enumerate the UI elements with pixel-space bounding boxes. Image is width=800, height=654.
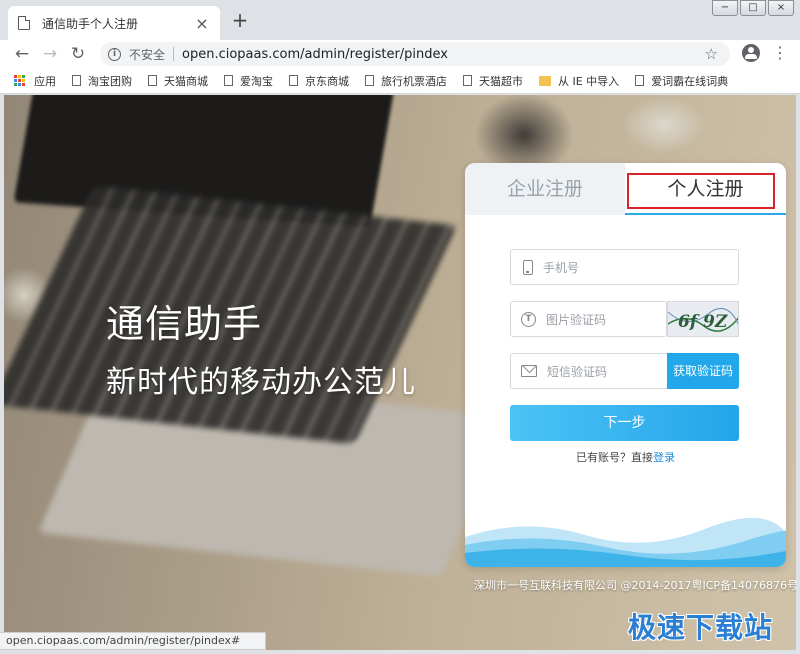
bookmark-taobao-group[interactable]: 淘宝团购 [72, 73, 132, 89]
page-icon [365, 75, 374, 86]
address-bar[interactable]: i 不安全 open.ciopaas.com/admin/register/pi… [100, 42, 730, 66]
next-step-button[interactable]: 下一步 [510, 405, 739, 441]
sms-code-input[interactable]: 短信验证码 [510, 353, 667, 389]
page-viewport: 通信助手 新时代的移动办公范儿 企业注册 个人注册 手机号 T 图片验证码 6f… [4, 95, 796, 650]
bookmark-label: 应用 [34, 74, 56, 88]
decorative-waves [465, 517, 786, 567]
bookmark-label: 爱词霸在线词典 [651, 74, 729, 88]
page-icon [289, 75, 298, 86]
login-link[interactable]: 登录 [653, 451, 675, 464]
profile-icon[interactable] [742, 44, 760, 62]
register-tabs: 企业注册 个人注册 [465, 163, 786, 215]
captcha-text: 6f 9Z [678, 312, 728, 332]
bookmark-jd[interactable]: 京东商城 [289, 73, 349, 89]
captcha-image[interactable]: 6f 9Z [667, 301, 739, 337]
login-prompt: 已有账号？直接登录 [465, 449, 786, 465]
close-tab-icon[interactable]: × [194, 14, 210, 33]
bookmark-label: 淘宝团购 [88, 74, 132, 88]
bookmark-label: 天猫超市 [479, 74, 523, 88]
bookmark-label: 京东商城 [305, 74, 349, 88]
page-icon [635, 75, 645, 86]
page-icon [224, 75, 233, 86]
menu-icon[interactable]: ⋮ [772, 44, 788, 62]
register-card: 企业注册 个人注册 手机号 T 图片验证码 6f 9Z 短信验证码 获取验证码 … [465, 163, 786, 567]
hero-subtitle: 新时代的移动办公范儿 [106, 365, 416, 400]
bookmark-tmall-market[interactable]: 天猫超市 [463, 73, 523, 89]
star-icon[interactable]: ☆ [705, 45, 718, 63]
bookmark-travel[interactable]: 旅行机票酒店 [365, 73, 447, 89]
back-arrow-icon[interactable]: ← [8, 44, 36, 64]
captcha-input[interactable]: T 图片验证码 [510, 301, 667, 337]
divider [173, 47, 175, 61]
phone-placeholder: 手机号 [543, 260, 580, 275]
tab-enterprise-register[interactable]: 企业注册 [465, 163, 625, 215]
reload-icon[interactable]: ↻ [64, 44, 92, 64]
security-label: 不安全 [129, 47, 166, 62]
page-icon [463, 75, 472, 86]
bookmark-tmall[interactable]: 天猫商城 [148, 73, 208, 89]
captcha-graphic: 6f 9Z [668, 307, 738, 332]
forward-arrow-icon[interactable]: → [36, 44, 64, 64]
folder-icon [539, 75, 551, 86]
bookmarks-bar: 应用 淘宝团购 天猫商城 爱淘宝 京东商城 旅行机票酒店 天猫超市 从 IE 中… [0, 68, 800, 94]
bookmark-label: 爱淘宝 [240, 74, 273, 88]
tab-title: 通信助手个人注册 [42, 16, 139, 31]
get-code-button[interactable]: 获取验证码 [667, 353, 739, 389]
browser-tab[interactable]: 通信助手个人注册 × [8, 6, 220, 40]
new-tab-button[interactable]: + [230, 10, 250, 30]
tab-strip: 通信助手个人注册 × + − □ × [0, 0, 800, 40]
status-bar-url: open.ciopaas.com/admin/register/pindex# [0, 632, 266, 650]
maximize-button[interactable]: □ [740, 0, 766, 16]
bookmark-label: 从 IE 中导入 [558, 74, 620, 88]
phone-icon [523, 259, 533, 275]
bookmark-ie-import[interactable]: 从 IE 中导入 [539, 73, 619, 89]
close-window-button[interactable]: × [768, 0, 794, 16]
url-text[interactable]: open.ciopaas.com/admin/register/pindex [182, 47, 448, 62]
page-icon [148, 75, 157, 86]
site-watermark: 极速下载站 [628, 611, 774, 644]
apps-icon [14, 74, 26, 87]
bookmark-label: 旅行机票酒店 [381, 74, 447, 88]
minimize-button[interactable]: − [712, 0, 738, 16]
phone-input[interactable]: 手机号 [510, 249, 739, 285]
captcha-placeholder: 图片验证码 [546, 312, 607, 327]
sms-placeholder: 短信验证码 [547, 364, 608, 379]
window-controls: − □ × [712, 0, 794, 16]
bookmark-label: 天猫商城 [164, 74, 208, 88]
mail-icon [521, 365, 537, 377]
have-account-text: 已有账号？直接 [576, 451, 653, 464]
bookmark-ai-taobao[interactable]: 爱淘宝 [224, 73, 273, 89]
browser-toolbar: ← → ↻ i 不安全 open.ciopaas.com/admin/regis… [0, 40, 800, 68]
page-icon [18, 16, 30, 30]
copyright-text: 深圳市一号互联科技有限公司 @2014-2017粤ICP备14076876号-1 [474, 579, 796, 592]
highlight-box [627, 173, 775, 209]
page-icon [72, 75, 81, 86]
hero-title: 通信助手 [106, 302, 263, 346]
bookmark-apps[interactable]: 应用 [14, 73, 56, 89]
shield-icon: T [521, 311, 536, 327]
info-icon[interactable]: i [108, 47, 121, 61]
bookmark-iciba[interactable]: 爱词霸在线词典 [635, 73, 728, 89]
